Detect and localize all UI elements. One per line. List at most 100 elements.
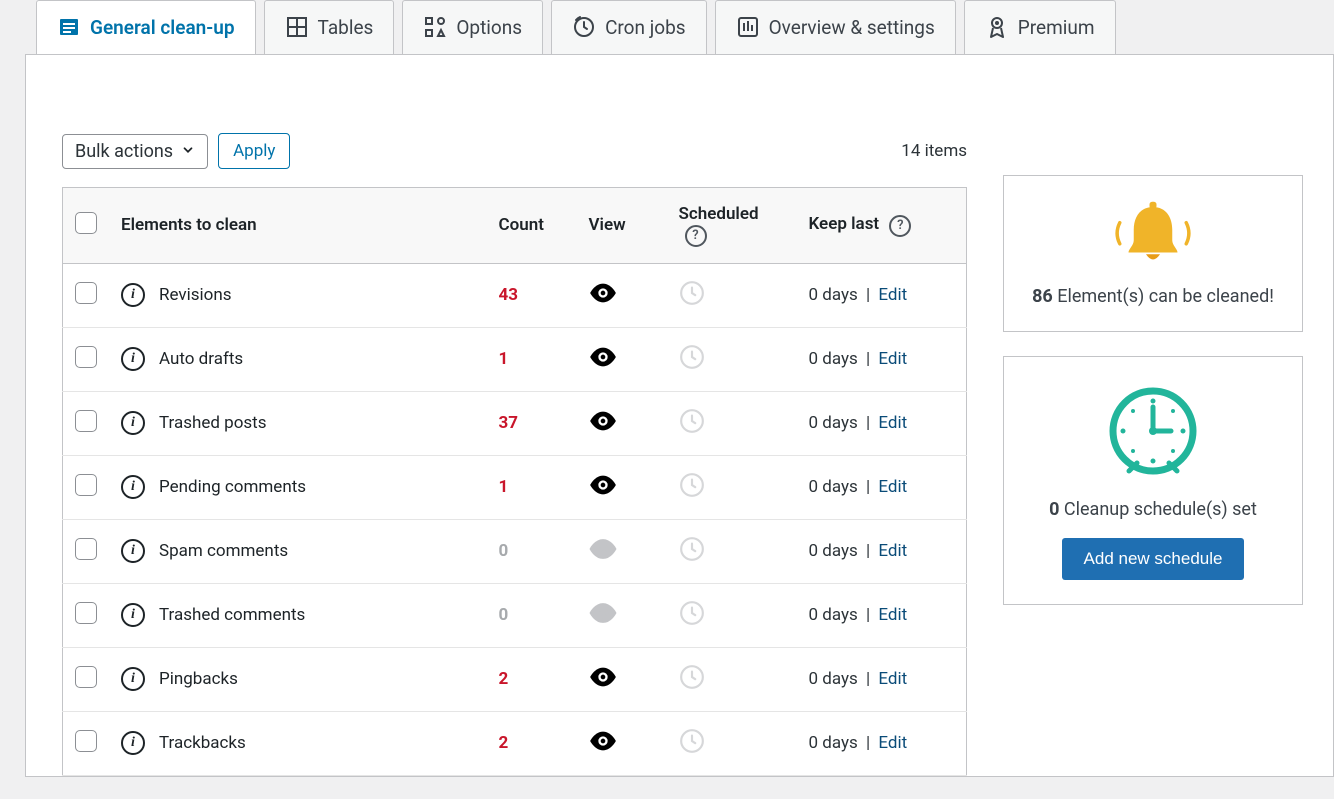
schedule-count: 0 [1049,499,1059,520]
cleanable-elements-card: 86 Element(s) can be cleaned! [1003,175,1303,332]
tab-cron[interactable]: Cron jobs [551,0,707,55]
chevron-down-icon [181,141,195,162]
info-icon[interactable]: i [121,603,145,627]
tab-tables[interactable]: Tables [264,0,395,55]
items-count: 14 items [901,141,967,161]
keep-days: 0 days [809,349,858,369]
table-row: iTrackbacks20 days | Edit [63,711,967,775]
help-icon[interactable]: ? [889,215,911,237]
keep-days: 0 days [809,413,858,433]
table-row: iRevisions430 days | Edit [63,263,967,327]
keep-days: 0 days [809,285,858,305]
keep-days: 0 days [809,733,858,753]
info-icon[interactable]: i [121,347,145,371]
view-icon[interactable] [589,283,617,303]
tab-premium[interactable]: Premium [964,0,1116,55]
row-checkbox[interactable] [75,346,97,368]
row-checkbox[interactable] [75,538,97,560]
clock-icon [679,611,705,631]
info-icon[interactable]: i [121,411,145,435]
add-schedule-button[interactable]: Add new schedule [1062,538,1245,580]
cleanable-count: 86 [1032,286,1053,307]
keep-days: 0 days [809,477,858,497]
table-row: iAuto drafts10 days | Edit [63,327,967,391]
table-row: iTrashed comments00 days | Edit [63,583,967,647]
row-name: Trashed comments [159,605,305,625]
info-icon[interactable]: i [121,283,145,307]
edit-link[interactable]: Edit [878,349,907,369]
row-checkbox[interactable] [75,282,97,304]
row-checkbox[interactable] [75,602,97,624]
table-row: iTrashed posts370 days | Edit [63,391,967,455]
row-count: 2 [499,669,509,689]
row-name: Auto drafts [159,349,243,369]
tables-icon [285,15,309,39]
view-icon[interactable] [589,411,617,431]
view-icon[interactable] [589,347,617,367]
view-icon[interactable] [589,475,617,495]
edit-link[interactable]: Edit [878,413,907,433]
row-count: 0 [499,541,509,561]
view-icon[interactable] [589,667,617,687]
keep-days: 0 days [809,541,858,561]
col-keep: Keep last ? [797,188,967,264]
info-icon[interactable]: i [121,475,145,499]
clock-icon [679,355,705,375]
row-checkbox[interactable] [75,666,97,688]
keep-days: 0 days [809,605,858,625]
row-checkbox[interactable] [75,474,97,496]
clock-icon [679,483,705,503]
edit-link[interactable]: Edit [878,605,907,625]
row-checkbox[interactable] [75,730,97,752]
edit-link[interactable]: Edit [878,541,907,561]
tab-label: Options [456,16,522,39]
tab-options[interactable]: Options [402,0,543,55]
info-icon[interactable]: i [121,667,145,691]
row-name: Pingbacks [159,669,238,689]
cron-icon [572,15,596,39]
view-icon [589,539,617,559]
schedule-text: Cleanup schedule(s) set [1059,499,1256,520]
clock-icon [679,419,705,439]
bulk-actions-label: Bulk actions [75,141,173,162]
row-name: Trackbacks [159,733,246,753]
info-icon[interactable]: i [121,539,145,563]
clock-icon [679,547,705,567]
row-checkbox[interactable] [75,410,97,432]
row-name: Revisions [159,285,232,305]
row-count: 1 [499,349,509,369]
info-icon[interactable]: i [121,731,145,755]
schedule-card: 0 Cleanup schedule(s) set Add new schedu… [1003,356,1303,605]
edit-link[interactable]: Edit [878,477,907,497]
edit-link[interactable]: Edit [878,285,907,305]
clock-icon [679,675,705,695]
table-row: iPending comments10 days | Edit [63,455,967,519]
row-name: Spam comments [159,541,288,561]
bell-icon [1020,200,1286,274]
cleanable-text: Element(s) can be cleaned! [1053,286,1274,307]
view-icon[interactable] [589,731,617,751]
apply-button[interactable]: Apply [218,133,290,169]
tab-label: Cron jobs [605,16,686,39]
general-icon [57,15,81,39]
tab-label: Tables [318,16,374,39]
clock-icon [679,739,705,759]
tab-general[interactable]: General clean-up [36,0,256,55]
overview-icon [736,15,760,39]
tab-label: Premium [1018,16,1095,39]
row-count: 0 [499,605,509,625]
row-count: 2 [499,733,509,753]
row-name: Trashed posts [159,413,267,433]
tab-label: General clean-up [90,16,235,39]
tab-overview[interactable]: Overview & settings [715,0,956,55]
col-scheduled: Scheduled ? [667,188,797,264]
help-icon[interactable]: ? [685,225,707,247]
select-all-checkbox[interactable] [75,212,97,234]
edit-link[interactable]: Edit [878,669,907,689]
bulk-actions-select[interactable]: Bulk actions [62,134,208,169]
options-icon [423,15,447,39]
row-count: 37 [499,413,519,433]
edit-link[interactable]: Edit [878,733,907,753]
clock-icon [679,291,705,311]
col-elements: Elements to clean [109,188,487,264]
